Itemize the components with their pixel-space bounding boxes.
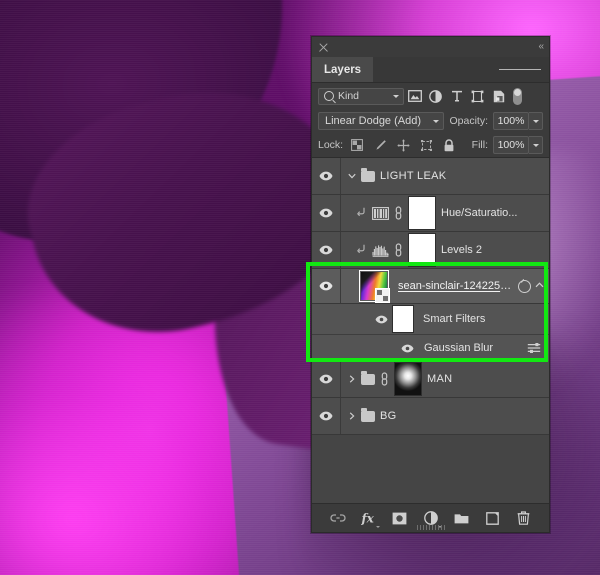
opacity-chevron-down-icon[interactable] (529, 112, 543, 130)
blend-mode-row: Linear Dodge (Add) Opacity: 100% (312, 109, 549, 133)
chevron-up-icon[interactable] (535, 281, 544, 291)
lock-transparent-pixels-icon[interactable] (348, 136, 366, 154)
chevron-right-icon[interactable] (347, 375, 356, 384)
panel-resize-grip[interactable] (416, 525, 445, 530)
filter-pixel-layers-icon[interactable] (404, 86, 425, 106)
eye-icon (319, 374, 333, 384)
lock-image-pixels-icon[interactable] (371, 136, 389, 154)
panel-titlebar: « (312, 37, 549, 57)
filter-adjustment-layers-icon[interactable] (425, 86, 446, 106)
eye-icon (319, 411, 333, 421)
link-layers-button[interactable] (329, 510, 346, 527)
clipping-mask-icon (357, 244, 367, 257)
fill-chevron-down-icon[interactable] (529, 136, 543, 154)
lock-position-icon[interactable] (394, 136, 412, 154)
filter-visibility-toggle[interactable] (398, 344, 416, 353)
tab-layers[interactable]: Layers (312, 57, 374, 82)
layer-name[interactable]: MAN (427, 373, 452, 385)
fill-input[interactable]: 100% (493, 136, 529, 154)
lock-label: Lock: (318, 139, 344, 151)
filter-type-layers-icon[interactable] (446, 86, 467, 106)
layer-style-button[interactable]: fx (360, 510, 380, 528)
filter-kind-select[interactable]: Kind (318, 87, 404, 105)
table-row[interactable]: LIGHT LEAK (312, 158, 549, 195)
smart-filters-row[interactable]: Smart Filters (312, 304, 549, 335)
eye-icon (319, 208, 333, 218)
table-row[interactable]: Hue/Saturatio... (312, 195, 549, 232)
chevron-right-icon[interactable] (347, 412, 356, 421)
eye-icon (319, 281, 333, 291)
levels-icon (372, 243, 389, 257)
layer-name[interactable]: sean-sinclair-1242253-... (398, 280, 513, 292)
table-row[interactable]: BG (312, 398, 549, 435)
lock-artboard-nesting-icon[interactable] (417, 136, 435, 154)
layer-visibility-toggle[interactable] (312, 158, 341, 194)
chevron-down-icon (433, 119, 440, 123)
table-row[interactable]: MAN (312, 361, 549, 398)
layer-visibility-toggle[interactable] (312, 398, 341, 434)
smart-filter-mask-thumbnail[interactable] (392, 305, 414, 333)
layer-mask-thumbnail[interactable] (408, 233, 436, 267)
chevron-down-icon[interactable] (347, 172, 356, 181)
layer-visibility-toggle[interactable] (312, 232, 341, 268)
filter-shape-layers-icon[interactable] (467, 86, 488, 106)
link-icon[interactable] (394, 206, 403, 220)
filter-kind-label: Kind (338, 90, 360, 102)
blend-mode-select[interactable]: Linear Dodge (Add) (318, 112, 445, 130)
blend-mode-value: Linear Dodge (Add) (325, 115, 422, 127)
delete-layer-button[interactable] (515, 510, 532, 527)
layer-mask-thumbnail[interactable] (408, 196, 436, 230)
filter-blending-options-icon[interactable] (527, 342, 549, 354)
layer-list: LIGHT LEAK Hue/Saturatio... Levels 2 sea… (312, 158, 549, 503)
filter-name[interactable]: Gaussian Blur (424, 342, 493, 354)
fill-label: Fill: (471, 139, 488, 151)
layer-visibility-toggle[interactable] (312, 269, 341, 303)
double-chevron-left-icon[interactable]: « (538, 42, 543, 52)
group-mask-thumbnail[interactable] (394, 362, 422, 396)
new-layer-button[interactable] (484, 510, 501, 527)
svg-text:fx: fx (361, 512, 375, 526)
layer-thumbnail[interactable] (359, 270, 390, 303)
link-icon[interactable] (380, 372, 389, 386)
filter-smart-object-icon[interactable] (488, 86, 509, 106)
close-icon[interactable] (318, 42, 329, 53)
layer-name[interactable]: LIGHT LEAK (380, 170, 446, 182)
link-icon[interactable] (394, 243, 403, 257)
layers-panel: « Layers Kind Linear Dodge (Add) Opacity… (311, 36, 550, 533)
chevron-down-icon (393, 94, 399, 98)
smart-object-badge-icon (375, 288, 390, 303)
layers-panel-toolbar: fx (312, 503, 549, 532)
layer-name[interactable]: BG (380, 410, 397, 422)
opacity-label: Opacity: (449, 115, 488, 127)
new-group-button[interactable] (453, 510, 470, 527)
lock-all-icon[interactable] (440, 136, 458, 154)
smart-filters-label: Smart Filters (423, 313, 486, 325)
smart-filters-icon[interactable] (518, 279, 531, 293)
layer-filter-row: Kind (312, 83, 549, 109)
smart-filters-visibility-toggle[interactable] (372, 315, 390, 324)
new-adjustment-layer-button[interactable] (422, 510, 442, 528)
folder-icon (361, 370, 375, 385)
clipping-mask-icon (357, 207, 367, 220)
opacity-input[interactable]: 100% (493, 112, 529, 130)
layer-name[interactable]: Hue/Saturatio... (441, 207, 517, 219)
table-row[interactable]: Levels 2 (312, 232, 549, 269)
add-layer-mask-button[interactable] (391, 510, 408, 527)
layer-visibility-toggle[interactable] (312, 361, 341, 397)
search-icon (324, 91, 334, 101)
hue-saturation-icon (372, 206, 389, 220)
table-row[interactable]: sean-sinclair-1242253-... (312, 269, 549, 304)
folder-icon (361, 407, 375, 422)
eye-icon (319, 245, 333, 255)
panel-menu-icon[interactable] (491, 57, 549, 82)
lock-row: Lock: Fill: 100% (312, 133, 549, 158)
filter-enable-toggle[interactable] (513, 87, 522, 105)
eye-icon (319, 171, 333, 181)
folder-icon (361, 167, 375, 182)
panel-tabrow: Layers (312, 57, 549, 83)
smart-filter-item[interactable]: Gaussian Blur (312, 335, 549, 361)
layer-name[interactable]: Levels 2 (441, 244, 482, 256)
layer-visibility-toggle[interactable] (312, 195, 341, 231)
